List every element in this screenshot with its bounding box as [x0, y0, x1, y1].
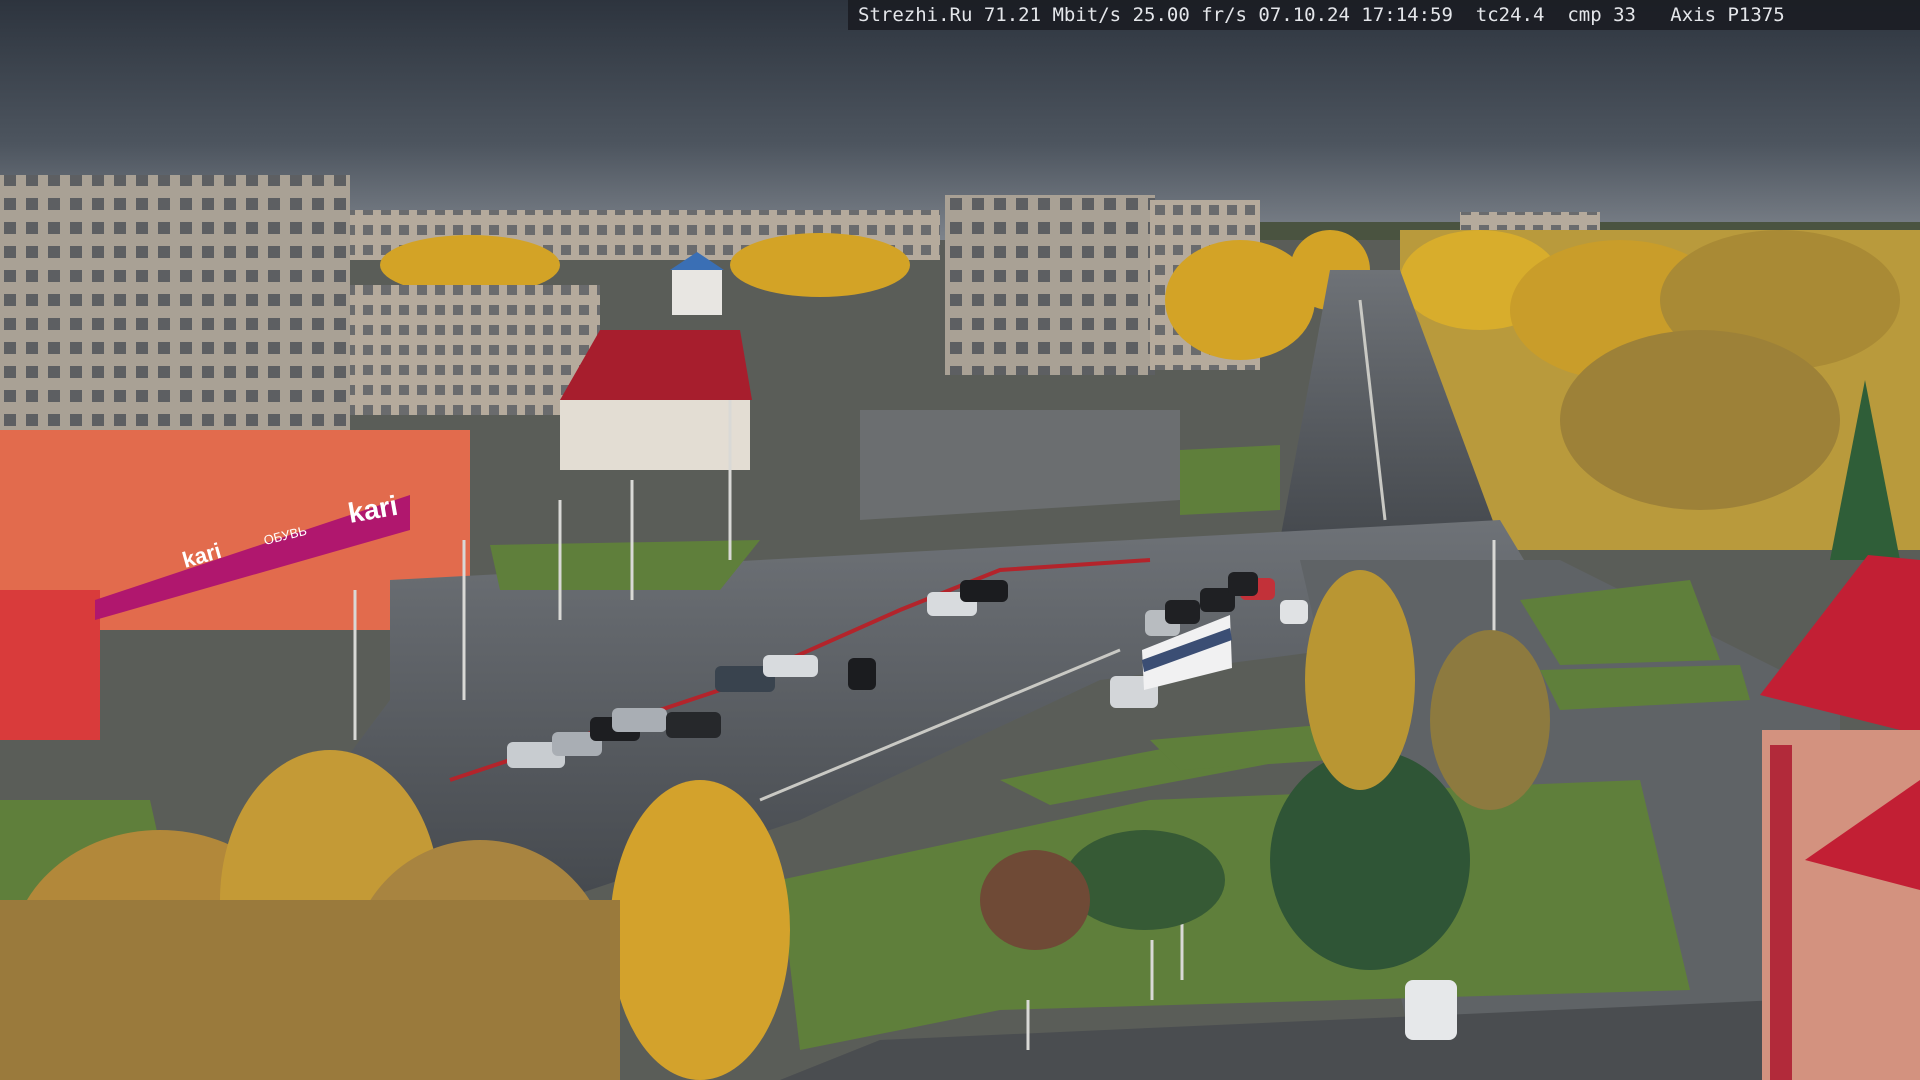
- red-roof-building: [560, 330, 752, 470]
- osd-site: Strezhi.Ru: [858, 4, 973, 26]
- osd-tc: tc24.4: [1475, 4, 1545, 26]
- osd-camera-model: Axis P1375: [1670, 4, 1785, 26]
- osd-cmp: cmp 33: [1567, 4, 1636, 26]
- osd-bitrate: 71.21 Mbit/s: [983, 4, 1122, 26]
- osd-date: 07.10.24: [1258, 4, 1350, 26]
- osd-framerate: 25.00 fr/s: [1132, 4, 1247, 26]
- city-square-webcam-view: kari kari ОБУВЬ: [0, 0, 1920, 1080]
- camera-osd-overlay: Strezhi.Ru 71.21 Mbit/s 25.00 fr/s 07.10…: [848, 0, 1920, 30]
- osd-time: 17:14:59: [1361, 4, 1453, 26]
